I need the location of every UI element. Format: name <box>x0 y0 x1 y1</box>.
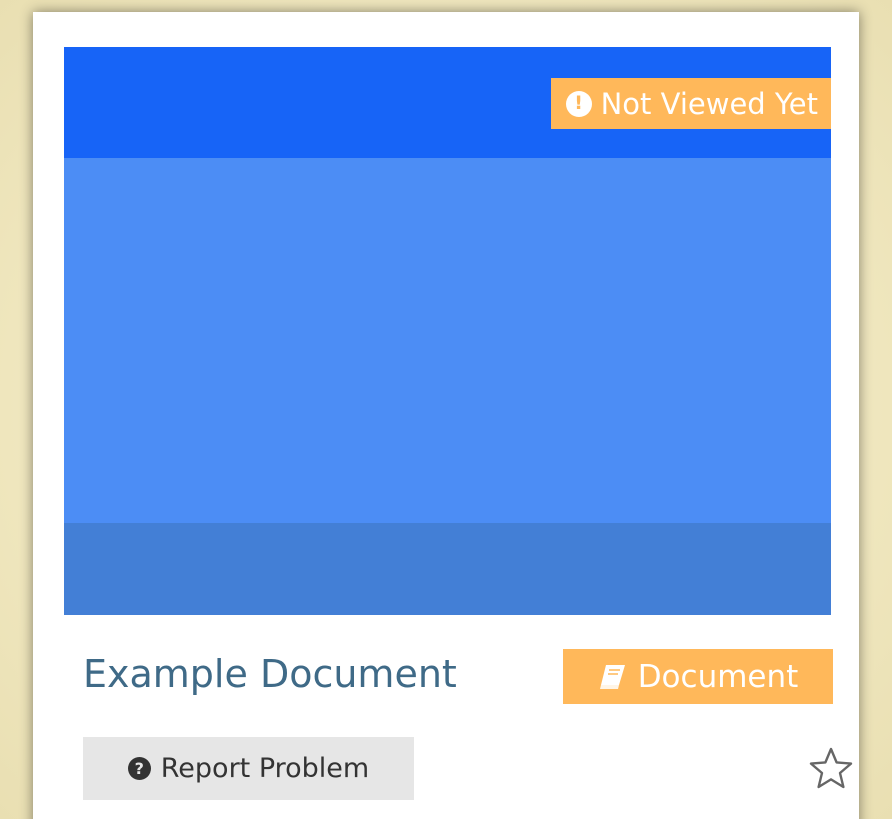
document-thumbnail[interactable]: ! Not Viewed Yet <box>64 47 831 615</box>
star-outline-icon[interactable] <box>807 745 855 793</box>
exclamation-circle-icon: ! <box>565 90 592 117</box>
question-circle-icon: ? <box>127 757 151 780</box>
report-problem-label: Report Problem <box>160 753 370 784</box>
thumbnail-footer-band <box>64 523 831 615</box>
document-title[interactable]: Example Document <box>83 652 457 698</box>
document-type-label: Document <box>637 658 799 695</box>
not-viewed-label: Not Viewed Yet <box>600 86 818 121</box>
not-viewed-badge: ! Not Viewed Yet <box>550 78 831 129</box>
document-type-badge: Document <box>563 649 833 704</box>
document-card: ! Not Viewed Yet Example Document Docume… <box>33 12 859 819</box>
book-icon <box>598 663 628 691</box>
report-problem-button[interactable]: ? Report Problem <box>83 737 414 800</box>
